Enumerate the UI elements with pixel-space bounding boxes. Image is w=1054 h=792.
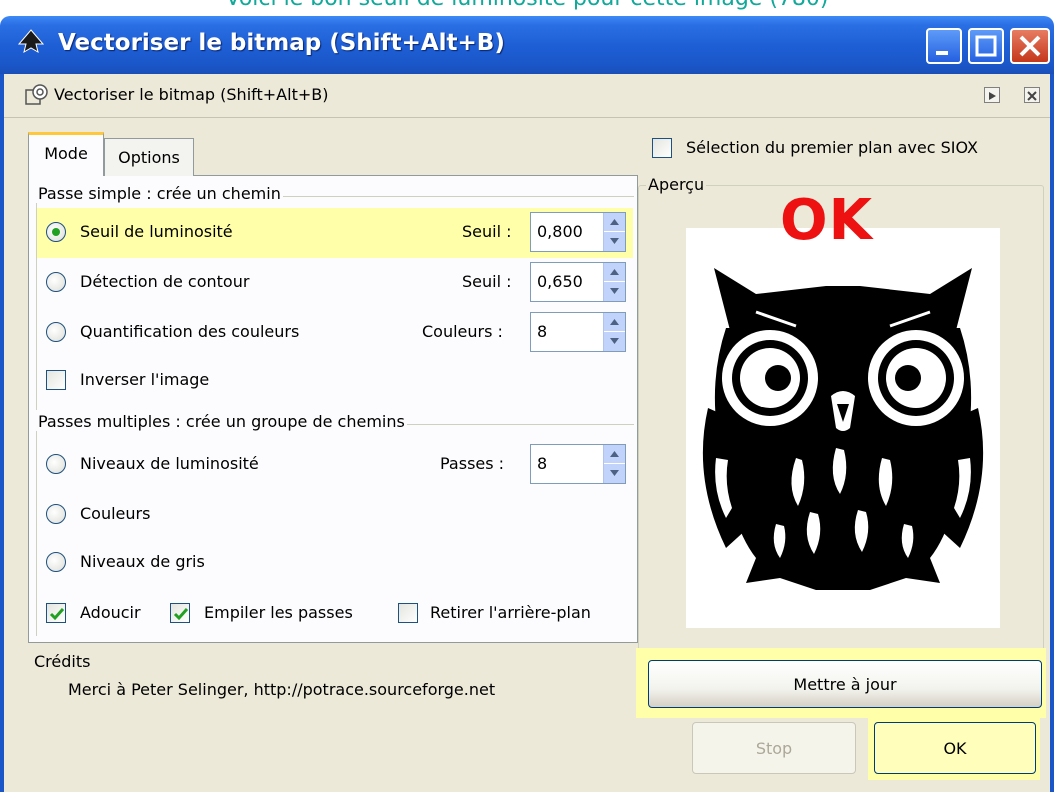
brightness-cutoff-label: Seuil de luminosité [80,222,233,241]
brightness-steps-label: Niveaux de luminosité [80,454,259,473]
grays-label: Niveaux de gris [80,552,205,571]
colors-count-spinner[interactable]: 8 [530,312,626,352]
single-pass-legend: Passe simple : crée un chemin [36,184,283,203]
maximize-icon [975,35,997,57]
arrow-down-icon [610,288,619,294]
smooth-label: Adoucir [80,603,141,622]
spin-down-button[interactable] [604,232,625,251]
spinner-arrows [603,213,625,251]
spin-up-button[interactable] [604,263,625,282]
arrow-up-icon [610,219,619,225]
minimize-button[interactable] [926,28,962,64]
brightness-cutoff-radio[interactable] [46,222,66,242]
stop-button[interactable]: Stop [692,722,856,774]
arrow-down-icon [610,470,619,476]
invert-image-checkbox[interactable] [46,370,66,390]
brightness-threshold-label: Seuil : [462,222,512,241]
window-title: Vectoriser le bitmap (Shift+Alt+B) [58,30,505,56]
play-icon [989,92,996,100]
checkmark-icon [49,608,65,621]
edge-detection-radio[interactable] [46,272,66,292]
close-button[interactable] [1010,28,1050,64]
arrow-up-icon [610,319,619,325]
spin-down-button[interactable] [604,464,625,483]
stack-passes-checkbox[interactable] [170,603,190,623]
brightness-threshold-spinner[interactable]: 0,800 [530,212,626,252]
preview-label: Aperçu [646,175,707,194]
edge-detection-label: Détection de contour [80,272,250,291]
tab-mode[interactable]: Mode [28,132,104,176]
panel-collapse-button[interactable] [984,87,1000,103]
trace-bitmap-icon [25,84,48,105]
checkmark-icon [173,608,189,621]
edge-threshold-value: 0,650 [537,272,583,291]
owl-image [702,268,984,590]
tab-options[interactable]: Options [104,138,194,176]
spin-up-button[interactable] [604,445,625,464]
passes-value: 8 [537,454,548,473]
spinner-arrows [603,263,625,301]
spin-down-button[interactable] [604,282,625,301]
passes-spinner[interactable]: 8 [530,444,626,484]
remove-background-label: Retirer l'arrière-plan [430,603,591,622]
color-quantization-radio[interactable] [46,322,66,342]
caption-text: Voici le bon seuil de luminosité pour ce… [0,0,1054,12]
maximize-button[interactable] [968,28,1004,64]
multi-pass-legend: Passes multiples : crée un groupe de che… [36,412,407,431]
edge-threshold-spinner[interactable]: 0,650 [530,262,626,302]
minimize-icon [936,51,948,55]
arrow-down-icon [610,338,619,344]
dock-panel-header: Vectoriser le bitmap (Shift+Alt+B) [4,74,1050,118]
passes-label: Passes : [440,454,505,473]
invert-image-label: Inverser l'image [80,370,210,389]
credits-title: Crédits [34,652,91,671]
spinner-arrows [603,313,625,351]
arrow-up-icon [610,451,619,457]
spin-up-button[interactable] [604,313,625,332]
siox-checkbox[interactable] [652,138,672,158]
colors-count-label: Couleurs : [422,322,503,341]
close-icon [1027,91,1037,101]
preview-image [686,228,1000,628]
brightness-steps-radio[interactable] [46,454,66,474]
brightness-threshold-value: 0,800 [537,222,583,241]
arrow-down-icon [610,238,619,244]
colors-count-value: 8 [537,322,548,341]
panel-title: Vectoriser le bitmap (Shift+Alt+B) [54,85,329,104]
arrow-up-icon [610,269,619,275]
spinner-arrows [603,445,625,483]
remove-background-checkbox[interactable] [398,603,418,623]
ok-stamp-text: OK [780,188,873,253]
inkscape-icon [17,29,45,54]
panel-close-button[interactable] [1024,87,1040,103]
edge-threshold-label: Seuil : [462,272,512,291]
colors-label: Couleurs [80,504,151,523]
ok-button[interactable]: OK [874,722,1036,774]
grays-radio[interactable] [46,552,66,572]
close-icon [1019,35,1041,57]
colors-radio[interactable] [46,504,66,524]
color-quantization-label: Quantification des couleurs [80,322,300,341]
credits-text: Merci à Peter Selinger, http://potrace.s… [68,680,496,699]
siox-label: Sélection du premier plan avec SIOX [686,138,979,157]
stack-passes-label: Empiler les passes [204,603,353,622]
update-button[interactable]: Mettre à jour [648,660,1042,708]
smooth-checkbox[interactable] [46,603,66,623]
title-bar: Vectoriser le bitmap (Shift+Alt+B) [0,16,1054,74]
spin-up-button[interactable] [604,213,625,232]
spin-down-button[interactable] [604,332,625,351]
